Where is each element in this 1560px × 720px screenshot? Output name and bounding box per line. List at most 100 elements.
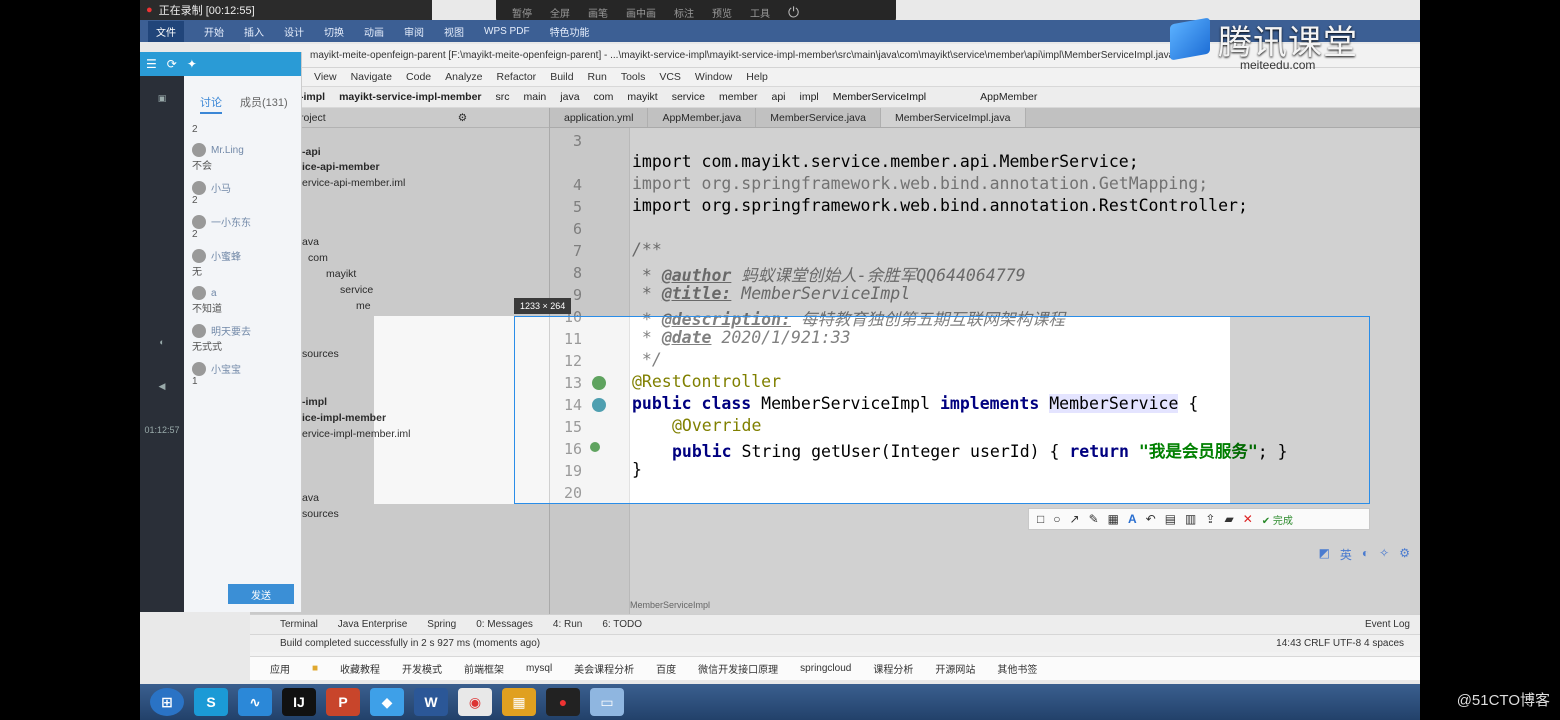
power-icon[interactable]: ⏻ (788, 4, 799, 21)
breadcrumb-item[interactable]: mayikt-service-impl-member (339, 91, 481, 103)
recorder-control[interactable]: 画中画 (626, 5, 656, 20)
menu-item[interactable]: Analyze (445, 71, 482, 83)
bookmark-item[interactable]: 开发模式 (402, 661, 442, 676)
skype-icon[interactable]: S (194, 688, 228, 716)
qq-tab[interactable]: 成员(131) (240, 94, 288, 114)
qq-sender[interactable]: Mr.Ling (211, 145, 244, 156)
breadcrumb-item[interactable]: com (594, 91, 614, 103)
tool-tab[interactable]: 0: Messages (476, 619, 533, 630)
snip-selection[interactable] (514, 316, 1370, 504)
qq-sender[interactable]: 小蜜蜂 (211, 248, 241, 263)
powerpoint-icon[interactable]: P (326, 688, 360, 716)
qq-sender[interactable]: 一小东东 (211, 214, 251, 229)
tencent-classroom-icon[interactable]: ◆ (370, 688, 404, 716)
ribbon-tab[interactable]: 切换 (324, 24, 344, 39)
avatar[interactable] (192, 361, 206, 376)
send-button[interactable]: 发送 (228, 584, 294, 604)
pin-screenshot-icon[interactable]: ▤ (1165, 512, 1176, 526)
bookmark-item[interactable]: 百度 (656, 661, 676, 676)
ribbon-tab[interactable]: 开始 (204, 24, 224, 39)
breadcrumb-item[interactable]: impl (800, 91, 819, 103)
menu-item[interactable]: Tools (621, 71, 646, 83)
ribbon-tab[interactable]: 动画 (364, 24, 384, 39)
ribbon-tab[interactable]: 特色功能 (550, 24, 590, 39)
tool-tab[interactable]: Terminal (280, 619, 318, 630)
recorder-control[interactable]: 全屏 (550, 5, 570, 20)
breadcrumb-item[interactable]: mayikt (627, 91, 657, 103)
tool-icon[interactable]: ⚙ (1399, 546, 1410, 563)
menu-item[interactable]: Build (550, 71, 573, 83)
tool-tab[interactable]: Event Log (1365, 619, 1410, 630)
arrow-tool-icon[interactable]: ↗ (1070, 512, 1080, 526)
ribbon-tab[interactable]: 设计 (284, 24, 304, 39)
tool-tab[interactable]: Spring (427, 619, 456, 630)
app-icon[interactable]: ▦ (502, 688, 536, 716)
tool-tab[interactable]: 6: TODO (602, 619, 642, 630)
done-button[interactable]: ✔ 完成 (1262, 512, 1293, 527)
cancel-icon[interactable]: ✕ (1243, 512, 1253, 526)
share-icon[interactable]: ⇪ (1205, 512, 1215, 526)
monitor-app-icon[interactable]: ∿ (238, 688, 272, 716)
pin-icon[interactable]: ✦ (187, 57, 197, 71)
qq-menu-icon[interactable]: ☰ (146, 57, 157, 71)
ellipse-tool-icon[interactable]: ○ (1053, 512, 1060, 526)
avatar[interactable] (192, 214, 206, 229)
mosaic-tool-icon[interactable]: ▦ (1108, 512, 1119, 526)
breadcrumb-item[interactable]: src (496, 91, 510, 103)
menu-item[interactable]: Navigate (351, 71, 392, 83)
recorder-control[interactable]: 画笔 (588, 5, 608, 20)
bookmark-item[interactable]: 微信开发接口原理 (698, 661, 778, 676)
refresh-icon[interactable]: ⟳ (167, 57, 177, 71)
avatar[interactable] (192, 286, 206, 300)
word-icon[interactable]: W (414, 688, 448, 716)
menu-item[interactable]: Code (406, 71, 431, 83)
menu-item[interactable]: View (314, 71, 337, 83)
bookmark-item[interactable]: 前端框架 (464, 661, 504, 676)
bookmark-item[interactable]: 美会课程分析 (574, 661, 634, 676)
breadcrumb-item[interactable]: -impl (300, 91, 325, 103)
avatar[interactable] (192, 248, 206, 263)
breadcrumb-item[interactable]: service (672, 91, 705, 103)
undo-icon[interactable]: ↶ (1146, 512, 1156, 526)
bookmark-item[interactable]: mysql (526, 663, 552, 674)
tool-icon[interactable]: ✧ (1379, 546, 1389, 563)
qq-sender[interactable]: a (211, 288, 217, 299)
bookmark-item[interactable]: springcloud (800, 663, 851, 674)
chrome-icon[interactable]: ◉ (458, 688, 492, 716)
tool-icon[interactable]: 英 (1340, 546, 1352, 563)
tool-tab[interactable]: Java Enterprise (338, 619, 407, 630)
ribbon-tab[interactable]: 审阅 (404, 24, 424, 39)
ribbon-tab[interactable]: WPS PDF (484, 26, 530, 37)
recorder-control[interactable]: 暂停 (512, 5, 532, 20)
breadcrumb-item[interactable]: MemberServiceImpl (833, 91, 926, 103)
tool-icon[interactable]: ◩ (1319, 546, 1330, 563)
menu-item[interactable]: Run (588, 71, 607, 83)
pen-tool-icon[interactable]: ✎ (1089, 512, 1099, 526)
volume-icon[interactable]: ◀ (140, 364, 184, 408)
ribbon-tab[interactable]: 视图 (444, 24, 464, 39)
avatar[interactable] (192, 323, 206, 338)
recorder-control[interactable]: 工具 (750, 5, 770, 20)
start-button-icon[interactable]: ⊞ (150, 688, 184, 716)
bookmark-item[interactable]: 开源网站 (935, 661, 975, 676)
bookmark-item[interactable]: 应用 (270, 661, 290, 676)
qq-sender[interactable]: 明天要去 (211, 323, 251, 338)
breadcrumb-item[interactable]: main (524, 91, 547, 103)
bookmark-item[interactable]: 其他书签 (997, 661, 1037, 676)
qq-sender[interactable]: 小宝宝 (211, 361, 241, 376)
ribbon-tab[interactable]: 插入 (244, 24, 264, 39)
mic-icon[interactable]: ◐ (140, 320, 184, 364)
save-icon[interactable]: ▥ (1185, 512, 1196, 526)
rect-tool-icon[interactable]: □ (1037, 512, 1044, 526)
screen-share-icon[interactable]: ▣ (140, 76, 184, 120)
recorder-control[interactable]: 标注 (674, 5, 694, 20)
qq-sender[interactable]: 小马 (211, 180, 231, 195)
menu-item[interactable]: Help (746, 71, 768, 83)
run-config-selector[interactable]: AppMember (980, 91, 1037, 103)
breadcrumb-item[interactable]: java (560, 91, 579, 103)
tool-icon[interactable]: ◐ (1362, 546, 1369, 563)
bookmark-item[interactable]: 课程分析 (873, 661, 913, 676)
breadcrumb-item[interactable]: api (772, 91, 786, 103)
recorder-icon[interactable]: ● (546, 688, 580, 716)
avatar[interactable] (192, 180, 206, 195)
